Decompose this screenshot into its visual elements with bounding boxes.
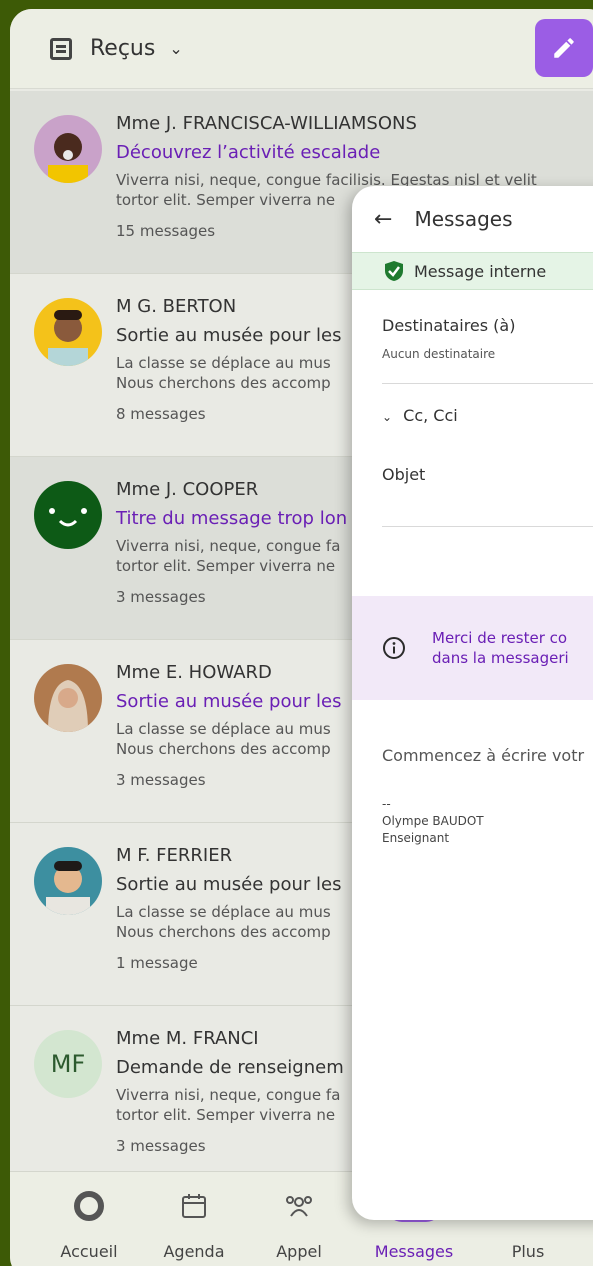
signature: -- Olympe BAUDOT Enseignant [382,796,484,847]
nav-label: Accueil [60,1242,118,1261]
nav-label: Messages [374,1242,454,1261]
message-body-input[interactable]: Commencez à écrire votr [382,746,584,765]
nav-label: Appel [276,1242,322,1261]
info-icon [383,637,405,659]
nav-item-home[interactable]: Accueil [39,1190,139,1261]
nav-item-call[interactable]: Appel [249,1190,349,1261]
recipients-value: Aucun destinataire [382,347,496,361]
subject-field[interactable]: Objet [352,465,593,484]
signature-role: Enseignant [382,831,450,845]
divider [382,383,593,384]
info-text-line: dans la messageri [432,649,569,667]
info-text-line: Merci de rester co [432,629,568,647]
compose-title: Messages [414,207,513,231]
avatar [34,115,102,183]
recipients-field[interactable]: Destinataires (à) Aucun destinataire [352,316,593,361]
sender-name: Mme J. FRANCISCA-WILLIAMSONS [116,113,417,134]
nav-label: Plus [511,1242,545,1261]
signature-name: Olympe BAUDOT [382,814,484,828]
inbox-icon [50,37,72,60]
compose-sheet: ← Messages Message interne Destinataires… [352,186,593,1220]
recipients-label: Destinataires (à) [382,316,516,335]
cc-toggle[interactable]: ⌄ Cc, Cci [352,406,593,425]
home-icon [74,1191,104,1221]
signature-dash: -- [382,797,391,811]
shield-check-icon [385,261,403,281]
message-subject: Découvrez l’activité escalade [116,142,381,163]
calendar-icon [182,1194,206,1218]
inbox-header: Reçus ⌄ [10,9,593,89]
back-arrow-icon[interactable]: ← [374,207,392,232]
avatar [34,664,102,732]
divider [382,526,593,527]
info-text: Merci de rester co dans la messageri [432,628,569,668]
pencil-icon [554,38,574,58]
cc-label: Cc, Cci [403,406,458,425]
chevron-down-icon[interactable]: ⌄ [169,39,182,58]
avatar [34,847,102,915]
internal-message-label: Message interne [414,261,547,281]
nav-item-agenda[interactable]: Agenda [144,1190,244,1261]
compose-header: ← Messages [352,186,593,252]
users-icon [286,1196,312,1217]
nav-label: Agenda [163,1242,225,1261]
compose-button[interactable] [535,19,593,77]
avatar [34,481,102,549]
avatar-initials: MF [34,1030,102,1098]
folder-title[interactable]: Reçus [90,36,155,61]
avatar-initials-text: MF [50,1050,86,1078]
avatar [34,298,102,366]
internal-message-banner: Message interne [352,252,593,290]
subject-label: Objet [382,465,426,484]
info-banner: Merci de rester co dans la messageri [352,596,593,700]
chevron-down-icon: ⌄ [382,410,393,424]
